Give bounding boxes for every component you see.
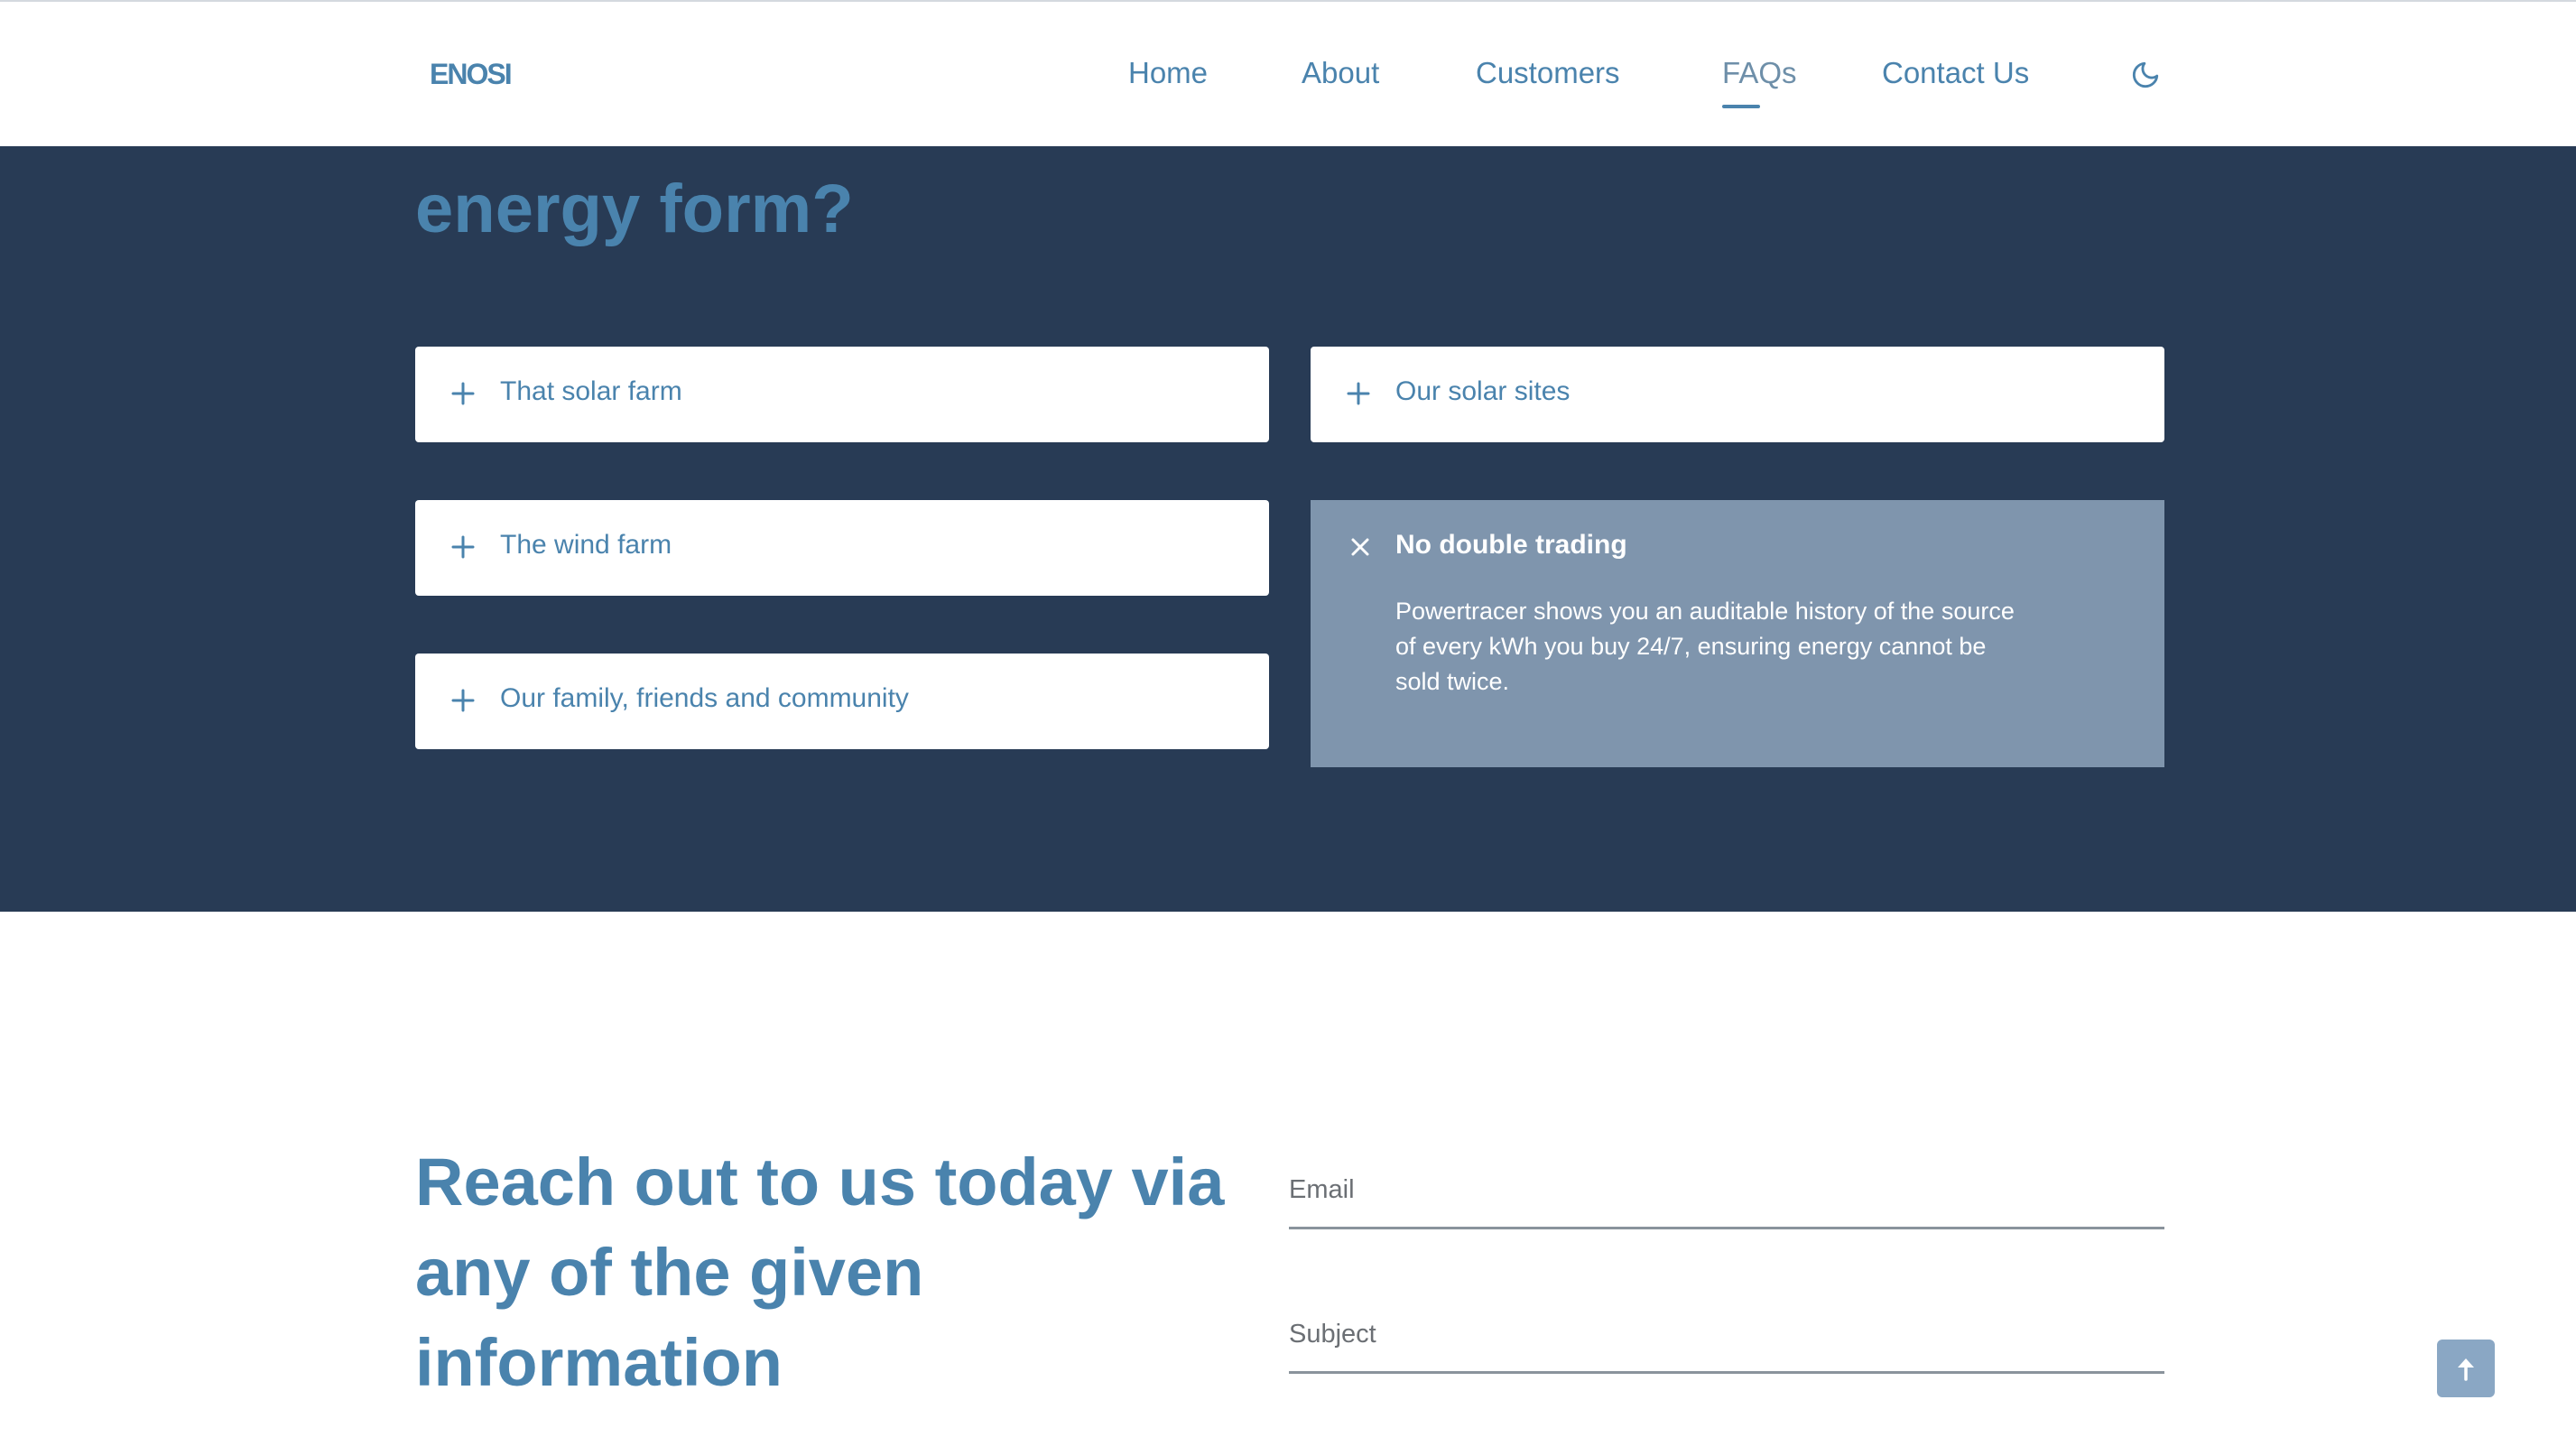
nav-faqs[interactable]: FAQs	[1722, 56, 1797, 90]
plus-icon	[1347, 382, 1370, 405]
faq-section: energy form? That solar farm The wind fa…	[0, 146, 2576, 912]
moon-icon[interactable]	[2130, 60, 2161, 90]
nav-about[interactable]: About	[1302, 56, 1379, 90]
email-field	[1289, 1157, 2164, 1229]
faq-question: Our solar sites	[1395, 376, 1571, 406]
contact-heading: Reach out to us today via any of the giv…	[415, 1145, 1225, 1400]
faq-question: The wind farm	[500, 530, 672, 560]
site-header: ENOSI Home About Customers FAQs Contact …	[0, 0, 2576, 146]
faq-item-that-solar-farm[interactable]: That solar farm	[415, 347, 1269, 442]
nav-contact-us[interactable]: Contact Us	[1882, 56, 2029, 90]
faq-item-the-wind-farm[interactable]: The wind farm	[415, 500, 1269, 596]
faq-answer: Powertracer shows you an auditable histo…	[1395, 598, 2015, 695]
plus-icon	[451, 535, 475, 559]
faq-question: No double trading	[1395, 530, 1627, 560]
subject-input[interactable]	[1289, 1312, 2164, 1356]
plus-icon	[451, 689, 475, 712]
email-input[interactable]	[1289, 1168, 2164, 1211]
nav-active-indicator	[1722, 105, 1760, 108]
faq-title: energy form?	[415, 171, 854, 247]
nav-home[interactable]: Home	[1128, 56, 1208, 90]
arrow-up-icon	[2458, 1358, 2474, 1381]
nav-customers[interactable]: Customers	[1476, 56, 1620, 90]
plus-icon	[451, 382, 475, 405]
back-to-top-button[interactable]	[2437, 1340, 2495, 1397]
faq-item-no-double-trading[interactable]: No double trading Powertracer shows you …	[1311, 500, 2164, 767]
page: ENOSI Home About Customers FAQs Contact …	[0, 0, 2576, 1437]
faq-question: Our family, friends and community	[500, 683, 909, 713]
close-icon[interactable]	[1350, 537, 1370, 557]
faq-item-family-friends-community[interactable]: Our family, friends and community	[415, 654, 1269, 749]
subject-field	[1289, 1302, 2164, 1374]
faq-item-our-solar-sites[interactable]: Our solar sites	[1311, 347, 2164, 442]
logo[interactable]: ENOSI	[430, 58, 513, 91]
faq-question: That solar farm	[500, 376, 682, 406]
